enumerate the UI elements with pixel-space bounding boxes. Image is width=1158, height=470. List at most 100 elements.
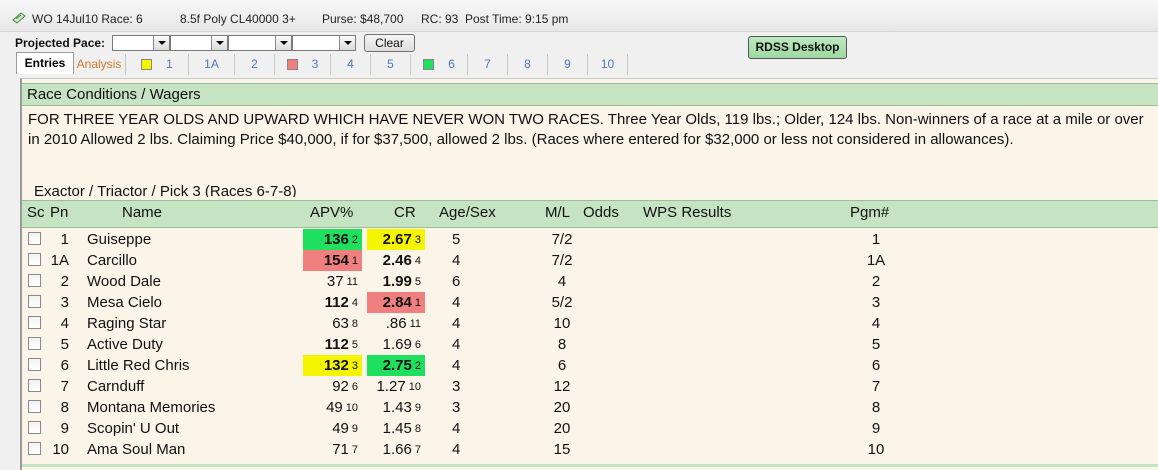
apv-rank: 10 bbox=[345, 402, 358, 414]
apv-value: 132 3 bbox=[324, 357, 358, 374]
race-label: WO 14Jul10 Race: 6 bbox=[32, 12, 143, 26]
swatch-yellow-icon bbox=[141, 59, 153, 71]
apv-number: 132 bbox=[323, 357, 349, 374]
apv-number: 71 bbox=[332, 441, 349, 458]
scratch-checkbox[interactable] bbox=[28, 316, 41, 329]
program-number: 1 bbox=[60, 231, 69, 248]
cr-cell: .86 11 bbox=[367, 313, 425, 334]
tab-race-10[interactable]: 10 bbox=[588, 54, 628, 75]
distance-surface: 8.5f Poly CL40000 3+ bbox=[180, 12, 296, 26]
scratch-checkbox[interactable] bbox=[28, 442, 41, 455]
scratch-checkbox[interactable] bbox=[28, 379, 41, 392]
scratch-checkbox[interactable] bbox=[28, 358, 41, 371]
tab-race-4[interactable]: 4 bbox=[331, 54, 371, 75]
scratch-checkbox[interactable] bbox=[28, 421, 41, 434]
morning-line: 4 bbox=[557, 273, 567, 290]
horse-name: Active Duty bbox=[87, 336, 163, 353]
clear-button[interactable]: Clear bbox=[364, 34, 415, 52]
chevron-down-icon[interactable] bbox=[275, 36, 291, 50]
cr-cell: 1.43 9 bbox=[367, 397, 425, 418]
apv-number: 154 bbox=[323, 252, 349, 269]
cr-value: 1.45 8 bbox=[383, 420, 421, 437]
pace-select-2[interactable] bbox=[170, 35, 228, 51]
program-number: 6 bbox=[60, 357, 69, 374]
table-row: 9 Scopin' U Out 49 9 1.45 8 4 20 9 bbox=[22, 418, 1158, 439]
col-name: Name bbox=[122, 204, 163, 221]
tab-race-5[interactable]: 5 bbox=[371, 54, 411, 75]
apv-cell: 37 11 bbox=[303, 271, 362, 292]
tab-race-7[interactable]: 7 bbox=[468, 54, 508, 75]
pgm-number: 9 bbox=[871, 420, 881, 437]
scratch-checkbox[interactable] bbox=[28, 295, 41, 308]
cr-value: 1.99 5 bbox=[383, 273, 421, 290]
apv-rank: 4 bbox=[351, 297, 358, 309]
scratch-checkbox[interactable] bbox=[28, 337, 41, 350]
cr-value: 1.66 7 bbox=[383, 441, 421, 458]
tab-race-9[interactable]: 9 bbox=[548, 54, 588, 75]
scratch-checkbox[interactable] bbox=[28, 274, 41, 287]
cr-number: 1.27 bbox=[376, 378, 406, 395]
tab-race-8[interactable]: 8 bbox=[508, 54, 548, 75]
tab-analysis[interactable]: Analysis bbox=[73, 54, 126, 75]
program-number: 9 bbox=[60, 420, 69, 437]
tab-entries[interactable]: Entries bbox=[16, 52, 74, 74]
cr-value: 2.67 3 bbox=[383, 231, 421, 248]
morning-line: 10 bbox=[553, 315, 571, 332]
apv-cell: 132 3 bbox=[303, 355, 362, 376]
age-sex: 3 bbox=[452, 378, 461, 395]
cr-number: 1.66 bbox=[382, 441, 412, 458]
morning-line: 12 bbox=[553, 378, 571, 395]
apv-number: 37 bbox=[326, 273, 344, 290]
tab-race-1a[interactable]: 1A bbox=[189, 54, 235, 75]
pace-select-4[interactable] bbox=[292, 35, 356, 51]
tab-race-2[interactable]: 2 bbox=[235, 54, 275, 75]
apv-cell: 154 1 bbox=[303, 250, 362, 271]
post-time: Post Time: 9:15 pm bbox=[465, 12, 569, 26]
pgm-number: 8 bbox=[871, 399, 881, 416]
apv-number: 49 bbox=[326, 399, 343, 416]
cr-rank: 9 bbox=[414, 402, 421, 414]
col-age-sex: Age/Sex bbox=[439, 204, 496, 221]
pace-select-3[interactable] bbox=[228, 35, 292, 51]
table-row: 5 Active Duty 112 5 1.69 6 4 8 5 bbox=[22, 334, 1158, 355]
program-number: 3 bbox=[60, 294, 69, 311]
scratch-checkbox[interactable] bbox=[28, 253, 41, 266]
program-number: 8 bbox=[60, 399, 69, 416]
pgm-number: 4 bbox=[871, 315, 881, 332]
scratch-checkbox[interactable] bbox=[28, 400, 41, 413]
cr-rank: 7 bbox=[414, 444, 421, 456]
apv-value: 154 1 bbox=[324, 252, 358, 269]
cr-number: 2.46 bbox=[382, 252, 412, 269]
tab-race-6[interactable]: 6 bbox=[411, 54, 468, 75]
table-row: 1 Guiseppe 136 2 2.67 3 5 7/2 1 bbox=[22, 229, 1158, 250]
age-sex: 4 bbox=[452, 336, 461, 353]
cr-number: 2.67 bbox=[382, 231, 412, 248]
scratch-checkbox[interactable] bbox=[28, 232, 41, 245]
morning-line: 8 bbox=[557, 336, 567, 353]
horse-name: Little Red Chris bbox=[87, 357, 190, 374]
apv-rank: 9 bbox=[351, 423, 358, 435]
cr-number: 2.84 bbox=[382, 294, 412, 311]
col-wps-results: WPS Results bbox=[643, 204, 732, 221]
cr-rank: 11 bbox=[409, 318, 421, 330]
chevron-down-icon[interactable] bbox=[339, 36, 355, 50]
col-sc: Sc bbox=[27, 204, 45, 221]
tab-label: 6 bbox=[448, 57, 455, 71]
chevron-down-icon[interactable] bbox=[153, 36, 169, 50]
horse-name: Carcillo bbox=[87, 252, 138, 269]
program-number: 4 bbox=[60, 315, 69, 332]
pace-select-1[interactable] bbox=[112, 35, 170, 51]
apv-rank: 2 bbox=[351, 234, 358, 246]
rdss-desktop-button[interactable]: RDSS Desktop bbox=[748, 36, 847, 59]
tab-race-1[interactable]: 1 bbox=[126, 54, 189, 75]
horse-name: Mesa Cielo bbox=[87, 294, 163, 311]
morning-line: 5/2 bbox=[551, 294, 573, 311]
program-number: 7 bbox=[60, 378, 69, 395]
program-number: 5 bbox=[60, 336, 69, 353]
age-sex: 4 bbox=[452, 315, 461, 332]
pgm-number: 6 bbox=[871, 357, 881, 374]
tab-race-3[interactable]: 3 bbox=[275, 54, 331, 75]
apv-number: 112 bbox=[324, 336, 349, 353]
chevron-down-icon[interactable] bbox=[211, 36, 227, 50]
cr-value: 1.69 6 bbox=[383, 336, 421, 353]
